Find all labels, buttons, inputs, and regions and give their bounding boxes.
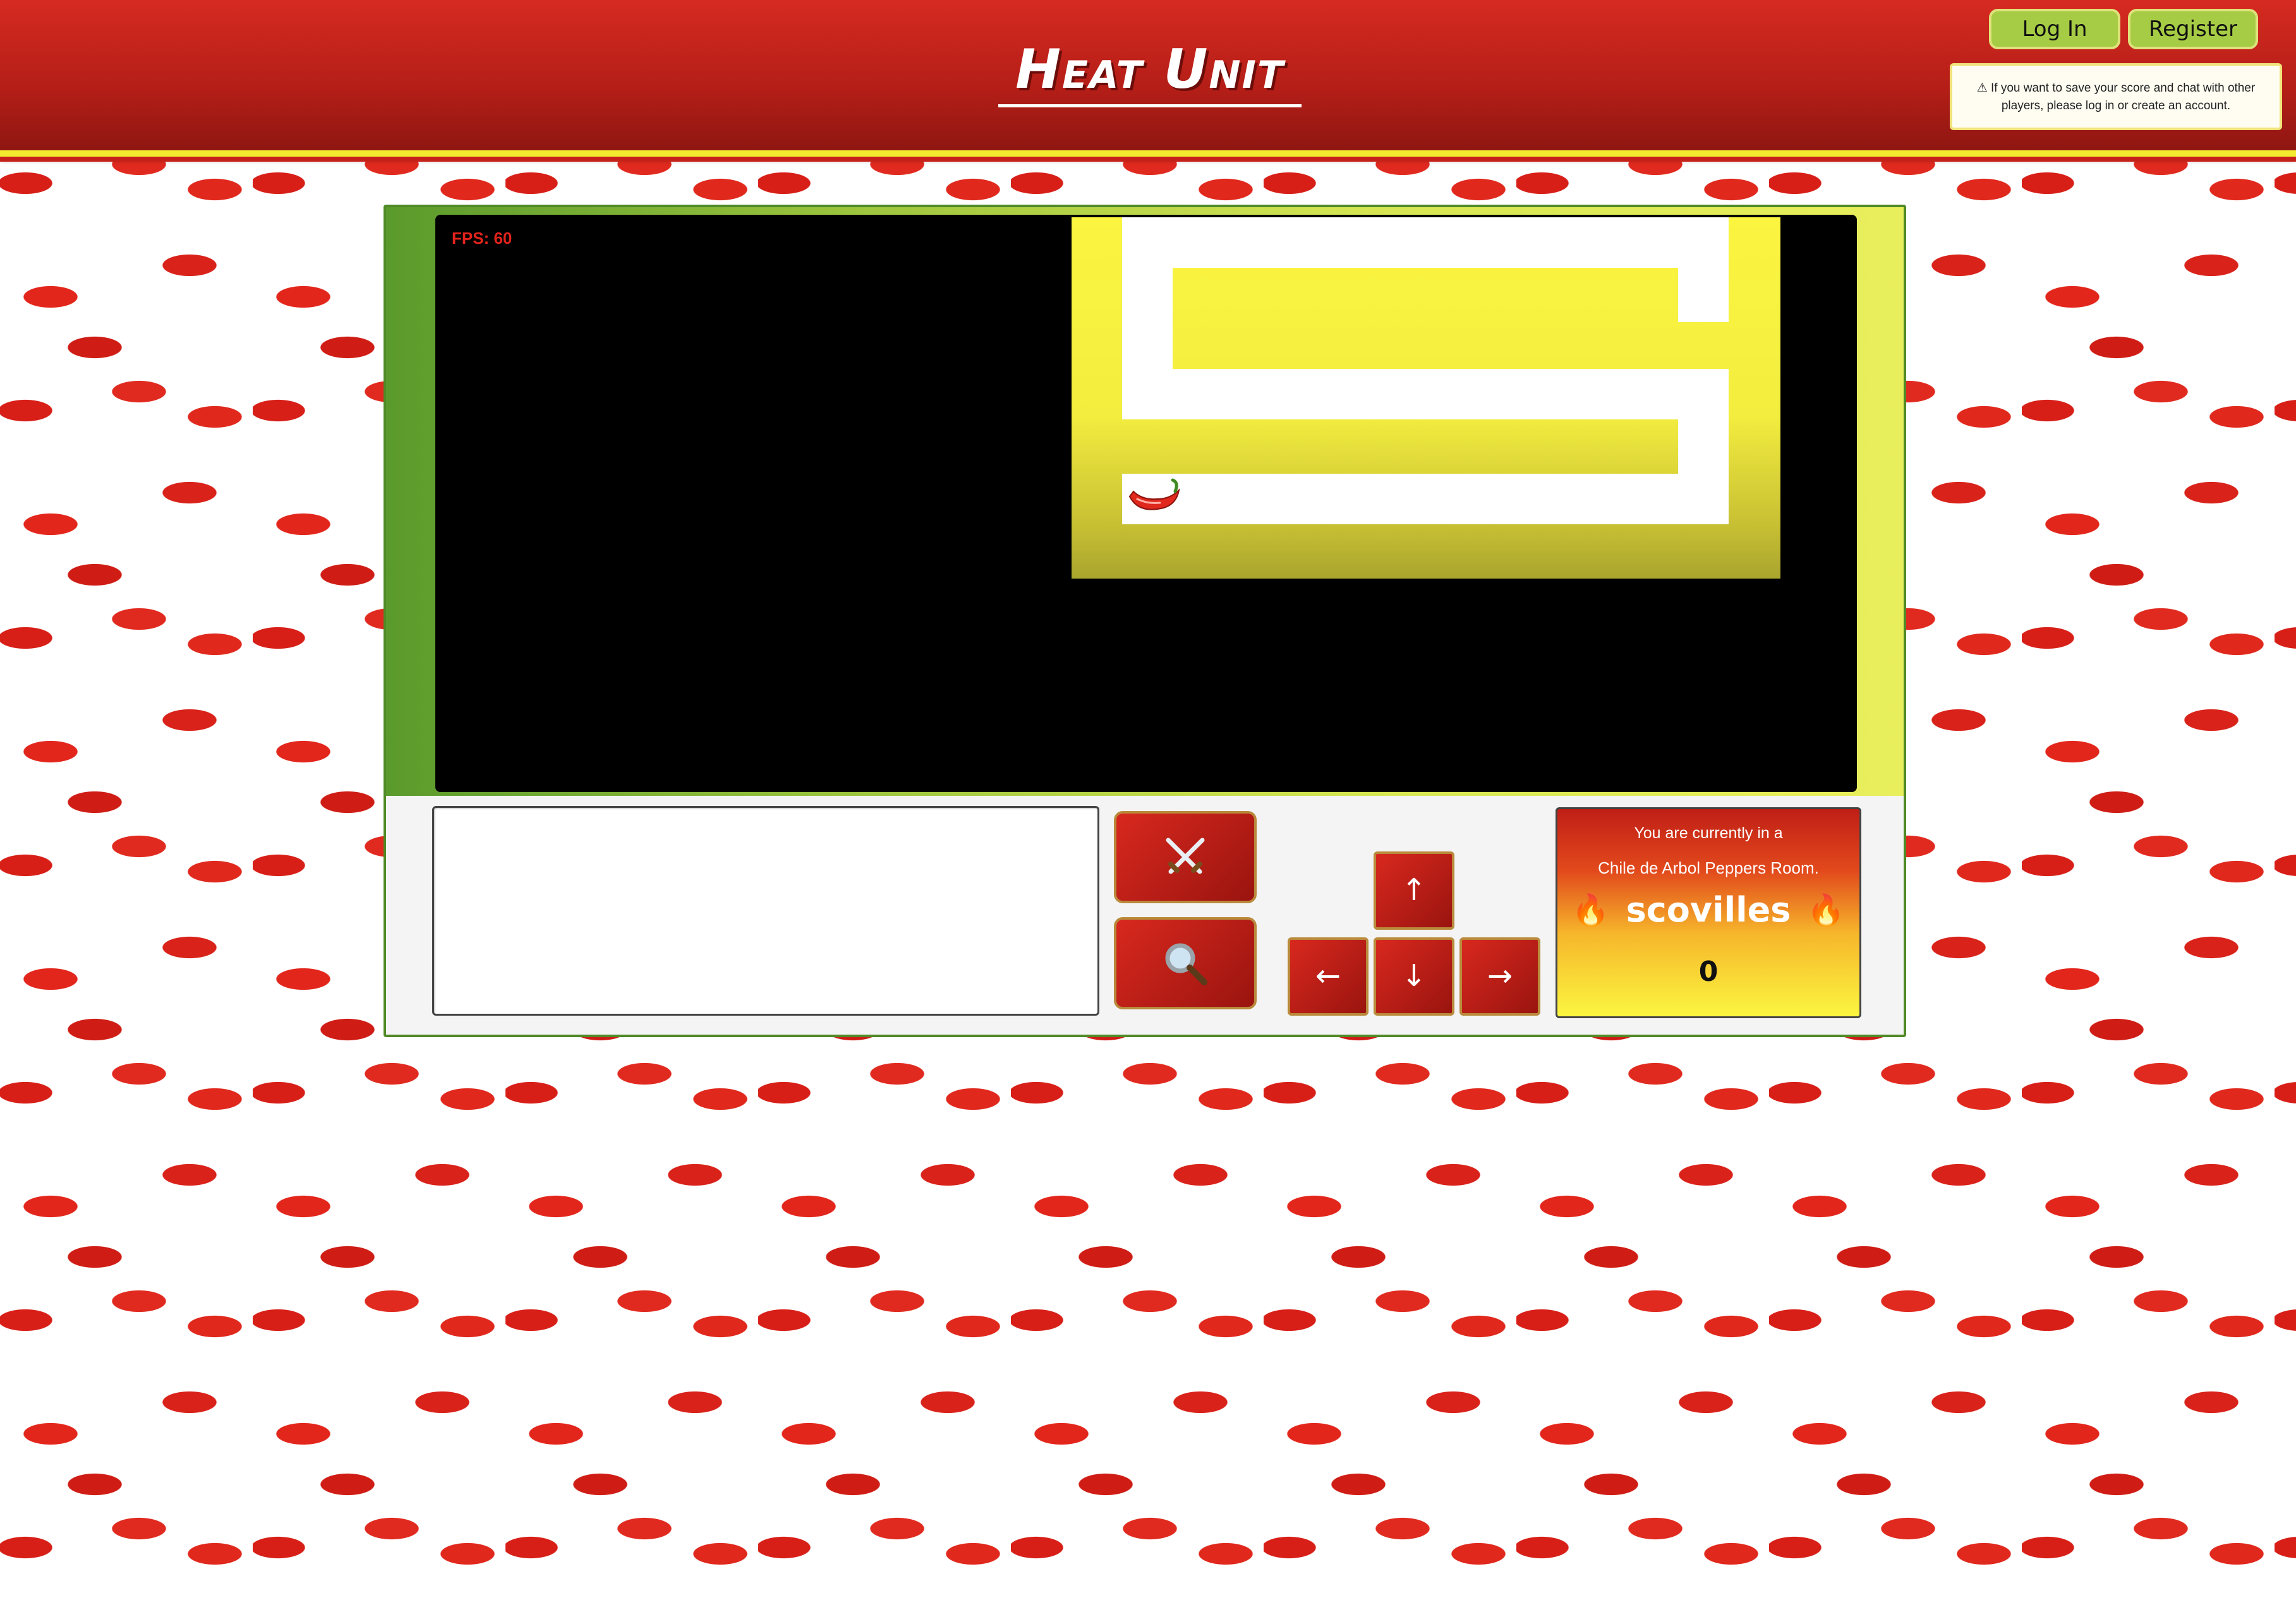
move-up-button[interactable]: ↑	[1374, 851, 1454, 930]
maze-path	[1122, 474, 1729, 524]
maze-path	[1122, 217, 1678, 268]
game-viewport[interactable]: FPS: 60	[435, 215, 1857, 792]
room-intro-text: You are currently in a	[1634, 824, 1783, 842]
attack-button[interactable]	[1114, 811, 1257, 903]
fire-icon: 🔥	[1571, 894, 1610, 927]
control-panel: ↑ ← ↓ → You are currently in a Chile de …	[386, 796, 1904, 1035]
register-button[interactable]: Register	[2128, 9, 2258, 49]
site-logo: Heat Unit	[998, 38, 1302, 107]
scoville-heading: 🔥 scovilles 🔥	[1557, 890, 1859, 930]
scoville-label: scovilles	[1626, 890, 1791, 930]
scoville-score: 0	[1698, 956, 1719, 988]
room-name-text: Chile de Arbol Peppers Room.	[1598, 858, 1819, 877]
maze-path	[1122, 322, 1173, 373]
search-button[interactable]	[1114, 917, 1257, 1009]
maze-room	[1072, 217, 1780, 579]
maze-path	[1122, 369, 1678, 419]
chat-log[interactable]	[432, 806, 1099, 1016]
fps-counter: FPS: 60	[452, 229, 512, 248]
fire-icon: 🔥	[1807, 894, 1846, 927]
move-left-button[interactable]: ←	[1288, 937, 1369, 1016]
site-header: Heat Unit Log In Register ⚠ If you want …	[0, 0, 2296, 162]
maze-path	[1678, 217, 1729, 322]
move-right-button[interactable]: →	[1459, 937, 1540, 1016]
room-status-panel: You are currently in a Chile de Arbol Pe…	[1556, 807, 1861, 1018]
login-button[interactable]: Log In	[1989, 9, 2120, 49]
chili-pepper-icon	[1128, 478, 1180, 510]
magnifying-glass-icon	[1165, 943, 1207, 985]
move-down-button[interactable]: ↓	[1374, 937, 1454, 1016]
play-area: FPS: 60	[386, 207, 1904, 796]
game-frame: FPS: 60 ↑ ← ↓ → You are currently in a C…	[384, 205, 1906, 1037]
crossed-swords-icon	[1166, 838, 1205, 874]
login-notice: ⚠ If you want to save your score and cha…	[1950, 63, 2282, 130]
